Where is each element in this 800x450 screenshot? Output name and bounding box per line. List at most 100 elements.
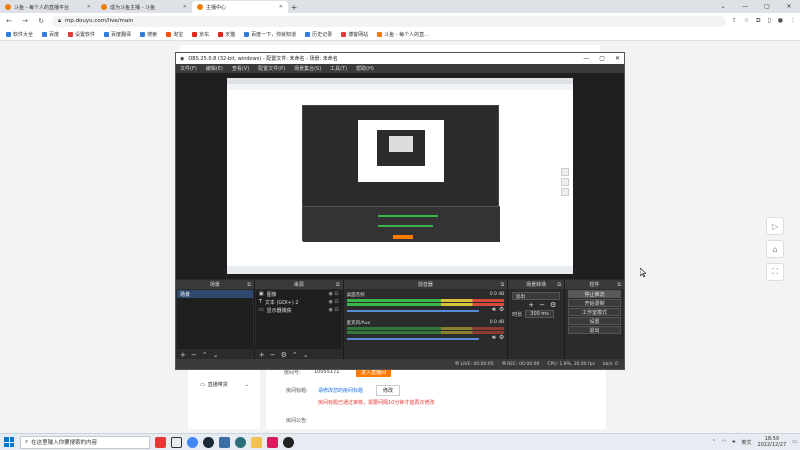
remove-icon[interactable]: − [539, 301, 545, 309]
menu-tools[interactable]: 工具(T) [330, 65, 347, 72]
sidebar-icon[interactable]: ▯ [767, 17, 770, 25]
source-item[interactable]: T 文本 (GDI+) 2 ◉ ⊡ [256, 298, 342, 306]
bookmark-item[interactable]: 历史记录 [305, 31, 332, 38]
app-icon[interactable] [235, 436, 246, 448]
browser-tab-streamer-center[interactable]: 主播中心 ✕ [192, 1, 288, 13]
reload-icon[interactable]: ↻ [36, 17, 46, 25]
eye-icon[interactable]: ◉ ⊡ [328, 307, 338, 313]
wifi-icon[interactable]: ◠ [722, 439, 726, 445]
taskbar-search-input[interactable]: ⌕ 在这里输入你要搜索的内容 [20, 435, 150, 449]
menu-help[interactable]: 帮助(H) [356, 65, 374, 72]
maximize-icon[interactable]: ▢ [599, 55, 605, 62]
news-app-icon[interactable] [155, 436, 166, 448]
obs-taskbar-icon[interactable] [283, 436, 294, 448]
play-icon[interactable]: ▷ [766, 217, 784, 235]
duration-input[interactable]: 300 ms [525, 310, 554, 318]
bookmark-item[interactable]: 百度一下，你就知道 [244, 31, 296, 38]
menu-edit[interactable]: 编辑(E) [206, 65, 223, 72]
eye-icon[interactable]: ◉ ⊡ [328, 299, 338, 305]
add-icon[interactable]: + [180, 351, 186, 359]
menu-file[interactable]: 文件(F) [180, 65, 197, 72]
input-language[interactable]: 英文 [741, 439, 751, 446]
bookmark-item[interactable]: 京东 [192, 31, 209, 38]
source-item[interactable]: ▣ 图像 ◉ ⊡ [256, 290, 342, 298]
room-title-link[interactable]: 请修改您的房间标题 [318, 387, 363, 394]
remove-icon[interactable]: − [191, 351, 197, 359]
move-down-icon[interactable]: ⌄ [303, 351, 309, 359]
profile-icon[interactable]: ● [778, 17, 783, 25]
share-icon[interactable]: ⇪ [732, 17, 737, 25]
close-icon[interactable]: ✕ [778, 0, 800, 13]
gear-icon[interactable]: ⚙ [499, 334, 504, 342]
speaker-icon[interactable]: 🔊︎ [492, 334, 496, 342]
move-up-icon[interactable]: ⌃ [202, 351, 208, 359]
chevron-up-icon[interactable]: ⌃ [712, 439, 716, 445]
modify-button[interactable]: 修改 [376, 385, 401, 396]
minimize-icon[interactable]: — [734, 0, 756, 13]
studio-mode-button[interactable]: 工作室模式 [568, 308, 621, 316]
undock-icon[interactable]: ⧉ [336, 282, 340, 288]
undock-icon[interactable]: ⧉ [247, 282, 251, 288]
bookmark-item[interactable]: 淘宝 [166, 31, 183, 38]
windows-start-icon[interactable] [3, 436, 15, 448]
speaker-icon[interactable]: 🔊︎ [492, 306, 496, 314]
add-icon[interactable]: + [259, 351, 265, 359]
eye-icon[interactable]: ◉ ⊡ [328, 291, 338, 297]
close-tab-icon[interactable]: ✕ [183, 4, 187, 10]
obs-preview-canvas[interactable] [227, 78, 573, 274]
volume-icon[interactable]: 🔊︎ [732, 439, 735, 445]
new-tab-button[interactable]: + [288, 1, 300, 13]
menu-view[interactable]: 查看(V) [232, 65, 249, 72]
move-up-icon[interactable]: ⌃ [292, 351, 298, 359]
fullscreen-icon[interactable]: ⛶ [766, 263, 784, 281]
stop-streaming-button[interactable]: 停止推流 [568, 290, 621, 298]
move-down-icon[interactable]: ⌄ [213, 351, 219, 359]
gear-icon[interactable]: ⚙ [281, 351, 287, 359]
bookmark-item[interactable]: 斗鱼 - 每个人的直... [377, 31, 429, 38]
bookmark-item[interactable]: 博客网站 [341, 31, 368, 38]
volume-slider[interactable] [346, 310, 480, 312]
sidebar-item-live-commerce[interactable]: ▭ 直播带货 ⌄ [200, 381, 249, 389]
browser-tab-douyu-home[interactable]: 斗鱼 - 每个人的直播平台 ✕ [0, 1, 96, 13]
folder-icon[interactable] [251, 436, 262, 448]
bookmark-item[interactable]: 百度 [42, 31, 59, 38]
back-icon[interactable]: ← [4, 17, 14, 25]
bookmark-item[interactable]: 搜索 [140, 31, 157, 38]
close-tab-icon[interactable]: ✕ [87, 4, 91, 10]
source-item[interactable]: ▭ 显示器捕获 ◉ ⊡ [256, 306, 342, 314]
minimize-icon[interactable]: — [583, 55, 589, 62]
scene-item[interactable]: 场景 [177, 290, 253, 298]
start-recording-button[interactable]: 开始录制 [568, 299, 621, 307]
remove-icon[interactable]: − [270, 351, 276, 359]
gear-icon[interactable]: ⚙ [550, 301, 556, 309]
clock[interactable]: 18:59 2022/12/27 [757, 436, 786, 448]
close-tab-icon[interactable]: ✕ [279, 4, 283, 10]
maximize-icon[interactable]: ▢ [756, 0, 778, 13]
url-input[interactable]: 🔒︎ mp.douyu.com/live/main [52, 15, 726, 27]
extension-icon[interactable]: ⧉ [756, 17, 760, 25]
bookmark-item[interactable]: 百度翻译 [104, 31, 131, 38]
undock-icon[interactable]: ⧉ [501, 282, 505, 288]
home-icon[interactable]: ⌂ [766, 240, 784, 258]
settings-button[interactable]: 设置 [568, 317, 621, 325]
chrome-icon[interactable] [187, 436, 198, 448]
notification-icon[interactable]: ▭ [792, 439, 797, 445]
undock-icon[interactable]: ⧉ [558, 282, 562, 288]
menu-scene-collection[interactable]: 场景集合(S) [294, 65, 321, 72]
forward-icon[interactable]: → [20, 17, 30, 25]
app-icon[interactable] [219, 436, 230, 448]
menu-profile[interactable]: 配置文件(P) [258, 65, 285, 72]
steam-icon[interactable] [203, 436, 214, 448]
bookmark-item[interactable]: 设置软件 [68, 31, 95, 38]
bookmark-item[interactable]: 天猫 [218, 31, 235, 38]
gear-icon[interactable]: ⚙ [499, 306, 504, 314]
task-view-icon[interactable] [171, 436, 182, 448]
add-icon[interactable]: + [528, 301, 534, 309]
transition-type-select[interactable]: 淡出 [512, 292, 561, 300]
undock-icon[interactable]: ⧉ [617, 282, 621, 288]
menu-icon[interactable]: ⋮ [790, 17, 796, 25]
star-icon[interactable]: ☆ [744, 17, 749, 25]
app-icon[interactable] [267, 436, 278, 448]
bookmark-item[interactable]: 软件大全 [6, 31, 33, 38]
close-icon[interactable]: ✕ [615, 55, 620, 62]
